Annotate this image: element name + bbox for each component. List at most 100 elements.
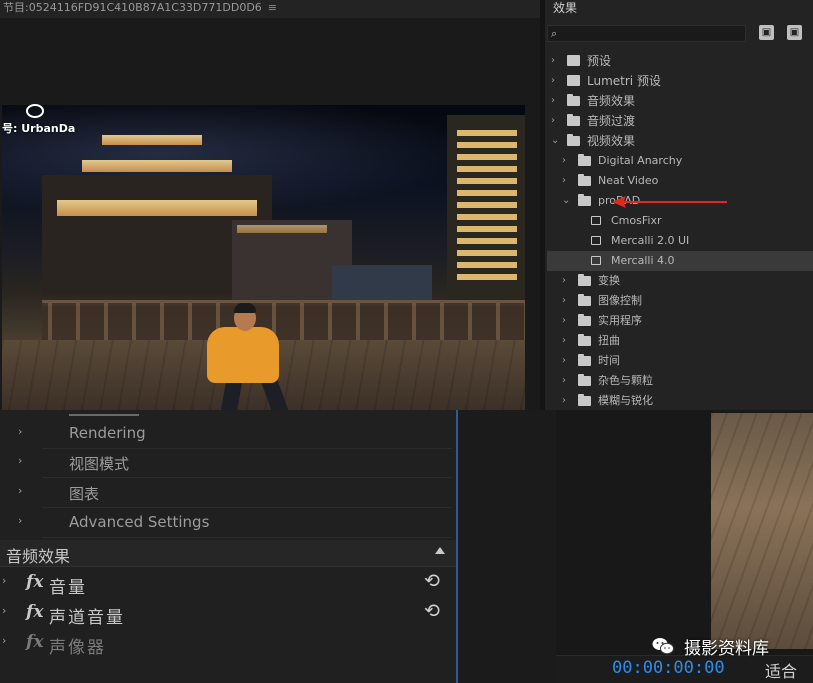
chevron-right-icon[interactable]: › <box>562 371 566 391</box>
cut-off-row <box>60 410 460 418</box>
video-preview[interactable] <box>2 105 525 410</box>
video-building-lights <box>237 225 327 233</box>
timeline-strip <box>456 410 556 683</box>
fx-row-graph[interactable]: › 图表 <box>18 479 452 508</box>
audio-effect-panner[interactable]: › fx 声像器 <box>0 629 456 659</box>
effects-tree-label: 实用程序 <box>598 314 642 327</box>
fx-row-view-mode[interactable]: › 视图模式 <box>18 449 452 478</box>
chevron-right-icon[interactable]: › <box>18 484 22 497</box>
panel-divider[interactable] <box>540 0 545 410</box>
chevron-right-icon[interactable]: › <box>551 71 555 91</box>
source-video-thumbnail[interactable] <box>711 413 813 649</box>
folder-icon <box>578 154 591 166</box>
fx-icon[interactable]: fx <box>26 632 43 652</box>
chevron-right-icon[interactable]: › <box>562 291 566 311</box>
fx-row-advanced-settings[interactable]: › Advanced Settings <box>18 509 452 538</box>
chevron-right-icon[interactable]: › <box>562 331 566 351</box>
fit-dropdown[interactable]: 适合 <box>765 658 797 682</box>
effects-panel-title[interactable]: 效果 <box>553 0 577 16</box>
effects-tree-label: 模糊与锐化 <box>598 394 653 407</box>
chevron-right-icon[interactable]: › <box>18 454 22 467</box>
chevron-right-icon[interactable]: › <box>551 91 555 111</box>
folder-icon <box>578 314 591 326</box>
effect-icon <box>591 236 601 245</box>
effects-tree-item[interactable]: › 图像控制 <box>547 291 813 311</box>
effects-tree-label: 扭曲 <box>598 334 620 347</box>
effects-tree-label: Lumetri 预设 <box>587 74 661 88</box>
chevron-right-icon[interactable]: › <box>562 171 566 191</box>
chevron-right-icon[interactable]: › <box>562 271 566 291</box>
folder-icon <box>567 114 580 126</box>
new-bin-icon[interactable]: ▣ <box>759 25 774 40</box>
fx-row-label: Rendering <box>69 424 146 442</box>
chevron-right-icon[interactable]: › <box>562 151 566 171</box>
folder-icon <box>567 134 580 146</box>
fx-icon[interactable]: fx <box>26 572 43 592</box>
effects-tree-item[interactable]: Mercalli 2.0 UI <box>547 231 813 251</box>
effects-tree-item[interactable]: › Digital Anarchy <box>547 151 813 171</box>
video-building-lights <box>57 200 257 216</box>
collapse-up-icon[interactable] <box>435 547 445 554</box>
fx-icon[interactable]: fx <box>26 602 43 622</box>
effects-search-input[interactable] <box>547 25 746 42</box>
chevron-right-icon[interactable]: › <box>2 634 6 647</box>
folder-icon <box>578 194 591 206</box>
reset-icon[interactable]: ⟲ <box>424 570 440 592</box>
fx-row-rendering[interactable]: › Rendering <box>18 420 452 449</box>
effects-tree-item[interactable]: › 预设 <box>547 51 813 71</box>
effects-tree-item[interactable]: › 扭曲 <box>547 331 813 351</box>
fx-row-label: 图表 <box>69 485 100 503</box>
folder-icon <box>578 274 591 286</box>
program-title: 节目:0524116FD91C410B87A1C33D771DD0D6 <box>3 1 262 14</box>
program-monitor-header: 节目:0524116FD91C410B87A1C33D771DD0D6 ≡ <box>0 0 540 18</box>
effects-tree-label: 图像控制 <box>598 294 642 307</box>
fx-row-label: 视图模式 <box>69 455 130 473</box>
chevron-right-icon[interactable]: › <box>2 574 6 587</box>
preset-bin-icon <box>567 55 580 66</box>
audio-effect-channel-volume[interactable]: › fx 声道音量 ⟲ <box>0 599 456 629</box>
effects-tree-item[interactable]: › 音频过渡 <box>547 111 813 131</box>
effects-tree-label: 变换 <box>598 274 620 287</box>
audio-effect-volume[interactable]: › fx 音量 ⟲ <box>0 569 456 599</box>
effects-tree-item[interactable]: › 实用程序 <box>547 311 813 331</box>
chevron-down-icon[interactable]: ⌄ <box>551 131 559 151</box>
effects-tree-item[interactable]: › Lumetri 预设 <box>547 71 813 91</box>
folder-icon <box>578 394 591 406</box>
dancer-body <box>207 327 279 383</box>
chevron-right-icon[interactable]: › <box>18 425 22 438</box>
search-icon: ⌕ <box>551 27 558 40</box>
effects-tree-label: Mercalli 2.0 UI <box>611 234 690 247</box>
folder-icon <box>567 94 580 106</box>
effects-tree-item[interactable]: Mercalli 4.0 <box>547 251 813 271</box>
effects-tree-item[interactable]: CmosFixr <box>547 211 813 231</box>
effects-tree-item[interactable]: › Neat Video <box>547 171 813 191</box>
playhead-line[interactable] <box>456 410 458 683</box>
preset-bin-icon <box>567 75 580 86</box>
panel-menu-icon[interactable]: ≡ <box>268 1 277 14</box>
watermark-text: 摄影资料库 <box>684 639 769 659</box>
red-annotation-arrow-icon <box>612 196 727 208</box>
effects-tree-item[interactable]: › 变换 <box>547 271 813 291</box>
chevron-right-icon[interactable]: › <box>562 391 566 411</box>
chevron-right-icon[interactable]: › <box>551 51 555 71</box>
video-building-lights <box>102 135 202 145</box>
effects-tree-label: 音频过渡 <box>587 114 636 128</box>
chevron-right-icon[interactable]: › <box>551 111 555 131</box>
chevron-right-icon[interactable]: › <box>18 514 22 527</box>
effects-tree-item[interactable]: ⌄ 视频效果 <box>547 131 813 151</box>
cut-off-text-fragment <box>69 410 139 416</box>
new-custom-bin-icon[interactable]: ▣ <box>787 25 802 40</box>
reset-icon[interactable]: ⟲ <box>424 600 440 622</box>
timecode-display[interactable]: 00:00:00:00 <box>612 658 725 678</box>
effects-tree-item[interactable]: › 模糊与锐化 <box>547 391 813 411</box>
effects-tree-item[interactable]: › 时间 <box>547 351 813 371</box>
effects-tree-item[interactable]: › 杂色与颗粒 <box>547 371 813 391</box>
chevron-down-icon[interactable]: ⌄ <box>562 191 570 211</box>
effects-tree-label: 音频效果 <box>587 94 636 108</box>
effects-tree-item[interactable]: › 音频效果 <box>547 91 813 111</box>
chevron-right-icon[interactable]: › <box>562 351 566 371</box>
audio-effect-label: 声道音量 <box>49 608 125 628</box>
chevron-right-icon[interactable]: › <box>562 311 566 331</box>
folder-icon <box>578 354 591 366</box>
chevron-right-icon[interactable]: › <box>2 604 6 617</box>
